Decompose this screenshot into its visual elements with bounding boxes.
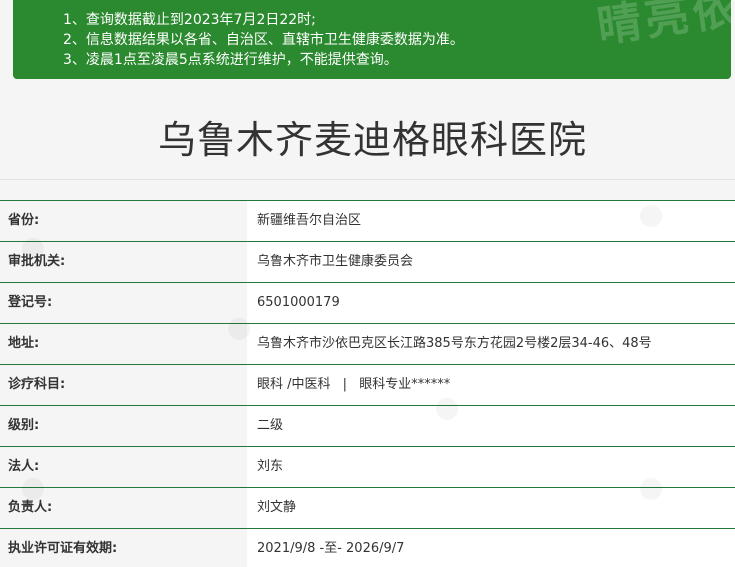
row-label: 登记号: [0,283,247,323]
row-label: 省份: [0,201,247,241]
row-value: 6501000179 [247,283,735,323]
department-separator: | [342,377,348,392]
row-value: 2021/9/8 -至- 2026/9/7 [247,529,735,567]
table-row-departments: 诊疗科目: 眼科 /中医科 | 眼科专业****** [0,365,735,406]
table-row-level: 级别: 二级 [0,406,735,447]
hospital-info-table: 省份: 新疆维吾尔自治区 审批机关: 乌鲁木齐市卫生健康委员会 登记号: 650… [0,200,735,567]
row-label: 执业许可证有效期: [0,529,247,567]
row-value: 眼科 /中医科 | 眼科专业****** [247,365,735,405]
department-primary: 眼科 /中医科 [257,377,331,392]
table-row-province: 省份: 新疆维吾尔自治区 [0,200,735,242]
table-row-legal-representative: 法人: 刘东 [0,447,735,488]
department-specialty: 眼科专业****** [359,377,451,392]
table-row-license-validity: 执业许可证有效期: 2021/9/8 -至- 2026/9/7 [0,529,735,567]
title-divider [0,179,735,180]
row-value: 刘东 [247,447,735,487]
table-row-person-in-charge: 负责人: 刘文静 [0,488,735,529]
row-label: 地址: [0,324,247,364]
row-label: 法人: [0,447,247,487]
notice-line-3: 3、凌晨1点至凌晨5点系统进行维护，不能提供查询。 [63,52,398,68]
notice-line-2: 2、信息数据结果以各省、自治区、直辖市卫生健康委数据为准。 [63,32,464,48]
row-value: 乌鲁木齐市卫生健康委员会 [247,242,735,282]
page-title: 乌鲁木齐麦迪格眼科医院 [157,118,587,162]
row-label: 审批机关: [0,242,247,282]
row-label: 诊疗科目: [0,365,247,405]
table-row-address: 地址: 乌鲁木齐市沙依巴克区长江路385号东方花园2号楼2层34-46、48号 [0,324,735,365]
notice-line-1: 1、查询数据截止到2023年7月2日22时; [63,12,316,28]
table-row-registration-number: 登记号: 6501000179 [0,283,735,324]
table-row-approval-authority: 审批机关: 乌鲁木齐市卫生健康委员会 [0,242,735,283]
notice-banner: 1、查询数据截止到2023年7月2日22时; 2、信息数据结果以各省、自治区、直… [13,0,731,79]
row-value: 新疆维吾尔自治区 [247,201,735,241]
row-label: 级别: [0,406,247,446]
row-label: 负责人: [0,488,247,528]
row-value: 二级 [247,406,735,446]
row-value: 刘文静 [247,488,735,528]
page: 1、查询数据截止到2023年7月2日22时; 2、信息数据结果以各省、自治区、直… [0,0,735,567]
row-value: 乌鲁木齐市沙依巴克区长江路385号东方花园2号楼2层34-46、48号 [247,324,735,364]
